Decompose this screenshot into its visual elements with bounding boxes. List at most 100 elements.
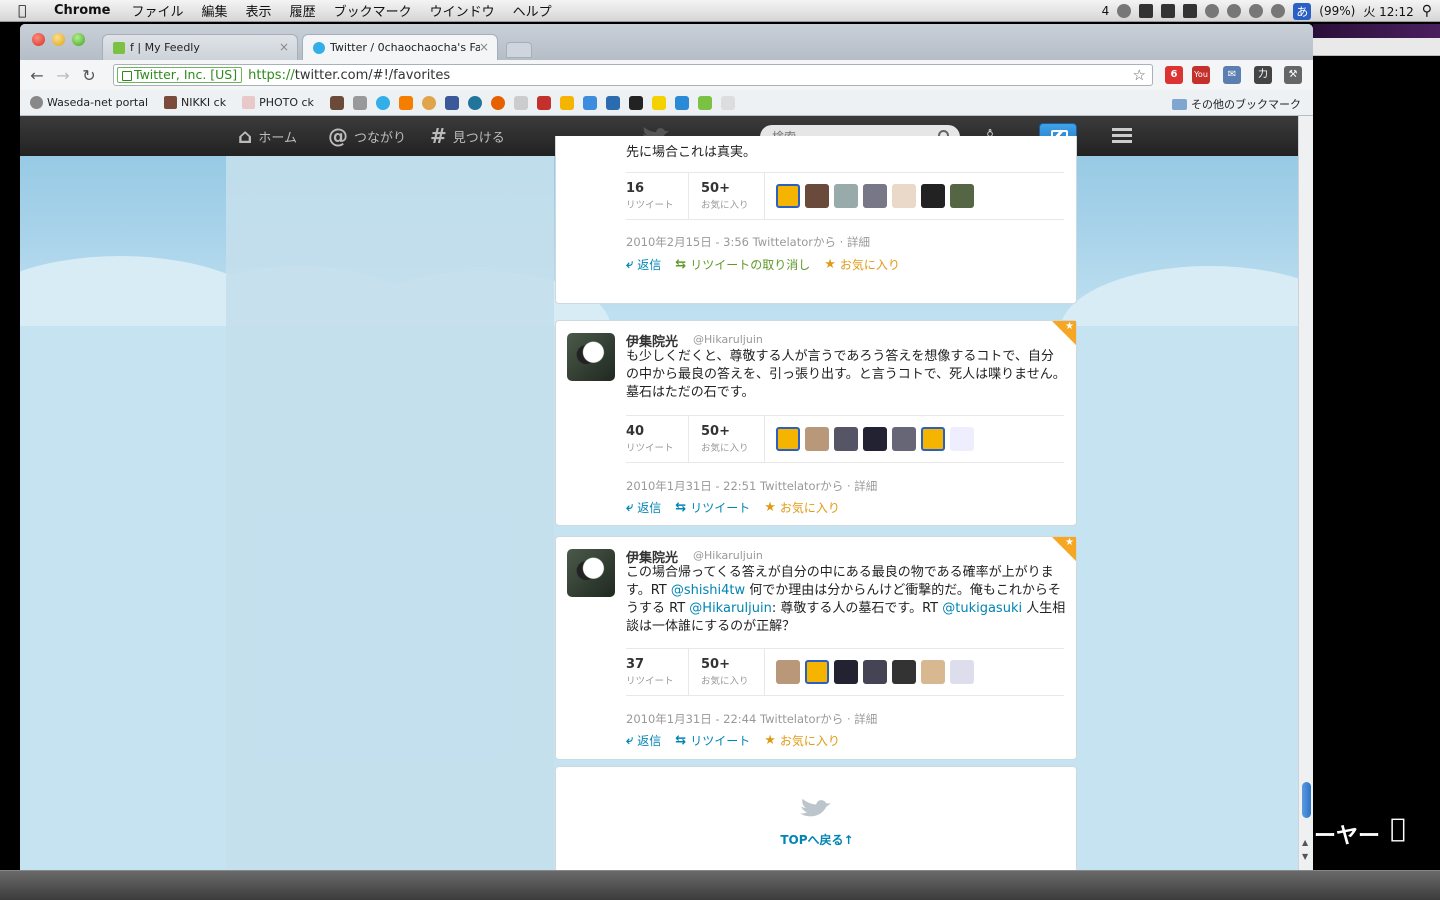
avatar[interactable]: [950, 184, 974, 208]
scroll-up-arrow-icon[interactable]: ▲: [1302, 838, 1308, 847]
menu-bookmarks[interactable]: ブックマーク: [334, 1, 412, 20]
reply-button[interactable]: ⤶ 返信: [626, 499, 661, 516]
avatar[interactable]: [834, 184, 858, 208]
avatar[interactable]: [776, 660, 800, 684]
new-tab-button[interactable]: [506, 42, 532, 58]
tweet-author-handle[interactable]: @Hikaruljuin: [693, 333, 763, 346]
avatar[interactable]: [921, 184, 945, 208]
favorite-count[interactable]: 50+ お気に入り: [701, 657, 749, 687]
avatar[interactable]: [921, 660, 945, 684]
favorite-count[interactable]: 50+ お気に入り: [701, 181, 749, 211]
retweet-count[interactable]: 16 リツイート: [626, 181, 674, 211]
retweet-button[interactable]: ⇆ リツイート: [675, 732, 750, 749]
time-machine-icon[interactable]: [1205, 4, 1220, 18]
menu-file[interactable]: ファイル: [132, 1, 184, 20]
stripes-bookmark-icon[interactable]: [628, 95, 643, 110]
avatar[interactable]: [805, 184, 829, 208]
k-bookmark-icon[interactable]: [605, 95, 620, 110]
wordpress-bookmark-icon[interactable]: [467, 95, 482, 110]
mixi-bookmark-icon[interactable]: [421, 95, 436, 110]
wrench-menu-icon[interactable]: ⚒: [1284, 66, 1302, 84]
avatar[interactable]: [834, 660, 858, 684]
bookmark-nikki[interactable]: NIKKI ck: [164, 96, 226, 109]
tweet-card[interactable]: ★ 伊集院光 @Hikaruljuin この場合帰ってくる答えが自分の中にある最…: [555, 536, 1077, 760]
menu-edit[interactable]: 編集: [202, 1, 228, 20]
extension-notifier-icon[interactable]: 6: [1165, 66, 1183, 84]
avatar[interactable]: [863, 660, 887, 684]
tweet-author-handle[interactable]: @Hikaruljuin: [693, 549, 763, 562]
close-tab-icon[interactable]: ×: [479, 40, 489, 54]
youtube-bookmark-icon[interactable]: [536, 95, 551, 110]
dropbox-icon[interactable]: [1117, 4, 1132, 18]
back-to-top-link[interactable]: TOPへ戻る↑: [556, 831, 1078, 848]
evernote-icon[interactable]: [1139, 4, 1154, 18]
avatar[interactable]: [892, 660, 916, 684]
spotlight-icon[interactable]: ⚲: [1422, 3, 1432, 19]
back-button[interactable]: ←: [24, 66, 50, 85]
bookmark-waseda[interactable]: Waseda-net portal: [30, 96, 148, 109]
retweet-button[interactable]: ⇆ リツイート: [675, 499, 750, 516]
menu-history[interactable]: 履歴: [290, 1, 316, 20]
favoriters-avatars[interactable]: [776, 660, 974, 684]
mention-link[interactable]: @Hikaruljuin: [689, 601, 772, 616]
facebook-tray-icon-2[interactable]: [1183, 4, 1198, 18]
app-menu-chrome[interactable]: Chrome: [54, 3, 111, 18]
apple-menu-icon[interactable]: : [18, 3, 40, 19]
tab-feedly[interactable]: f | My Feedly ×: [102, 34, 298, 60]
favorite-button[interactable]: ★ お気に入り: [764, 499, 840, 516]
tweet-timestamp[interactable]: 2010年1月31日 - 22:44 Twittelatorから · 詳細: [626, 711, 877, 727]
feedly-bookmark-icon[interactable]: [697, 95, 712, 110]
mail-extension-icon[interactable]: ✉: [1223, 66, 1241, 84]
menu-view[interactable]: 表示: [246, 1, 272, 20]
avatar[interactable]: [805, 427, 829, 451]
nav-discover[interactable]: # 見つける: [430, 116, 505, 156]
avatar[interactable]: [567, 333, 615, 381]
avatar[interactable]: [834, 427, 858, 451]
m-bookmark-icon[interactable]: [720, 95, 735, 110]
avatar[interactable]: [863, 427, 887, 451]
undo-retweet-button[interactable]: ⇆ リツイートの取り消し: [675, 256, 810, 273]
youtube-extension-icon[interactable]: You: [1192, 66, 1210, 84]
bookmark-photo[interactable]: PHOTO ck: [242, 96, 314, 109]
calendar-bookmark-icon[interactable]: [513, 95, 528, 110]
translate-extension-icon[interactable]: 力: [1254, 66, 1272, 84]
adobe-notif-count[interactable]: 4: [1102, 4, 1110, 18]
instagram-bookmark-icon[interactable]: [329, 95, 344, 110]
menu-clock[interactable]: 火 12:12: [1363, 3, 1413, 20]
scroll-thumb[interactable]: [1302, 782, 1311, 818]
retweet-count[interactable]: 40 リツイート: [626, 424, 674, 454]
favorite-button[interactable]: ★ お気に入り: [764, 732, 840, 749]
avatar[interactable]: [805, 660, 829, 684]
avatar[interactable]: [863, 184, 887, 208]
favoriters-avatars[interactable]: [776, 427, 974, 451]
twitter-bookmark-icon[interactable]: [375, 95, 390, 110]
favorite-button[interactable]: ★ お気に入り: [824, 256, 900, 273]
mention-link[interactable]: @shishi4tw: [671, 583, 745, 598]
yellow-bookmark-icon[interactable]: [651, 95, 666, 110]
avatar[interactable]: [892, 427, 916, 451]
tab-twitter[interactable]: Twitter / 0chaochaocha's Fa ×: [302, 34, 498, 60]
mention-link[interactable]: @tukigasuki: [942, 601, 1022, 616]
retweet-count[interactable]: 37 リツイート: [626, 657, 674, 687]
avatar[interactable]: [776, 184, 800, 208]
close-tab-icon[interactable]: ×: [279, 40, 289, 54]
avatar[interactable]: [892, 184, 916, 208]
facebook-tray-icon[interactable]: [1161, 4, 1176, 18]
activity-stream-icon[interactable]: [1112, 128, 1132, 146]
other-bookmarks-folder[interactable]: その他のブックマーク: [1172, 96, 1301, 112]
avatar[interactable]: [776, 427, 800, 451]
news-bookmark-icon[interactable]: [582, 95, 597, 110]
reload-button[interactable]: ↻: [76, 66, 102, 85]
volume-icon[interactable]: [1271, 4, 1286, 18]
tweet-card[interactable]: 先に場合これは真実。 16 リツイート 50+ お気に入り 2010年2月15日…: [555, 136, 1077, 304]
avatar[interactable]: [567, 549, 615, 597]
forward-button[interactable]: →: [50, 66, 76, 85]
menu-help[interactable]: ヘルプ: [513, 1, 552, 20]
picasa-bookmark-icon[interactable]: [559, 95, 574, 110]
favorite-count[interactable]: 50+ お気に入り: [701, 424, 749, 454]
hatena-bookmark-icon[interactable]: [674, 95, 689, 110]
facebook-bookmark-icon[interactable]: [444, 95, 459, 110]
avatar[interactable]: [950, 660, 974, 684]
scroll-down-arrow-icon[interactable]: ▼: [1302, 852, 1308, 861]
favoriters-avatars[interactable]: [776, 184, 974, 208]
